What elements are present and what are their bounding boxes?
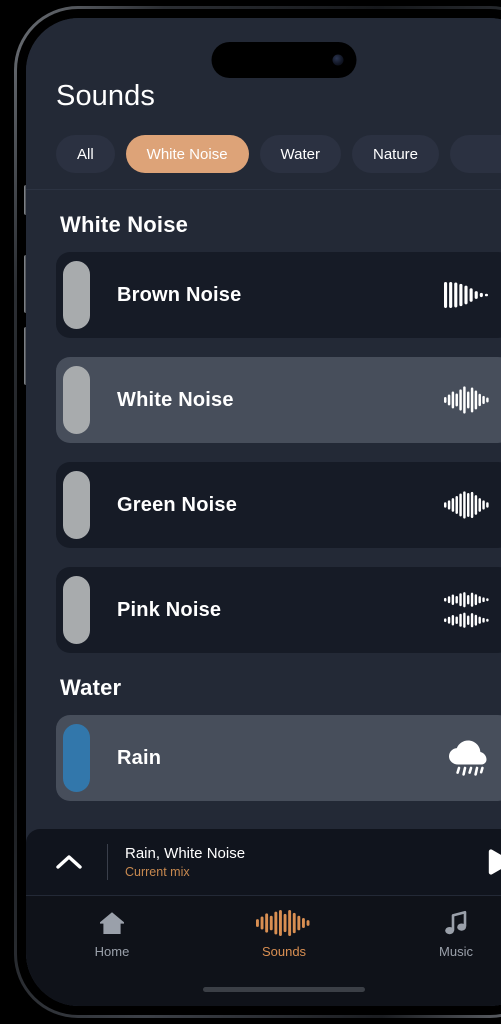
- section-title: Water: [60, 675, 122, 700]
- chevron-up-icon[interactable]: [52, 845, 86, 879]
- sound-card[interactable]: Pink Noise: [56, 567, 501, 653]
- filter-chip-all[interactable]: All: [56, 135, 115, 173]
- sound-name: Green Noise: [117, 493, 238, 516]
- dynamic-island: [211, 42, 357, 78]
- tab-label: Sounds: [261, 944, 307, 959]
- waveform-icon: [256, 909, 311, 937]
- rain-cloud-icon: [444, 738, 490, 778]
- filter-chip-nature[interactable]: Nature: [351, 135, 440, 173]
- waveform-mirrored-icon: [444, 590, 490, 630]
- sound-card[interactable]: White Noise: [56, 357, 501, 443]
- sound-card[interactable]: Rain: [56, 715, 501, 801]
- phone-screen: Sounds All White Noise Water Nature White N…: [26, 18, 501, 1006]
- front-camera-icon: [332, 54, 344, 66]
- player-divider: [107, 844, 108, 880]
- filter-chip-row[interactable]: All White Noise Water Nature: [26, 135, 501, 173]
- play-button[interactable]: [478, 842, 501, 882]
- waveform-wave-icon: [444, 485, 490, 525]
- sound-name: Brown Noise: [117, 283, 242, 306]
- tab-label: Home: [94, 944, 130, 959]
- filter-chip-white-noise[interactable]: White Noise: [125, 135, 249, 173]
- player-text: Rain, White Noise Current mix: [125, 845, 478, 879]
- phone-frame: Sounds All White Noise Water Nature White N…: [14, 6, 501, 1018]
- waveform-descending-icon: [444, 275, 490, 315]
- sound-card[interactable]: Green Noise: [56, 462, 501, 548]
- sound-accent-bar: [63, 724, 90, 792]
- player-track-title: Rain, White Noise: [125, 845, 246, 862]
- sound-name: Pink Noise: [117, 598, 222, 621]
- page-title: Sounds: [56, 80, 155, 112]
- sound-name: Rain: [117, 746, 162, 769]
- filter-chip-water[interactable]: Water: [259, 135, 341, 173]
- music-note-icon: [444, 909, 468, 937]
- sound-accent-bar: [63, 576, 90, 644]
- sound-name: White Noise: [117, 388, 234, 411]
- waveform-center-peak-icon: [444, 380, 490, 420]
- sound-accent-bar: [63, 366, 90, 434]
- mini-player[interactable]: Rain, White Noise Current mix: [26, 829, 501, 895]
- sounds-app: Sounds All White Noise Water Nature White N…: [26, 18, 501, 1006]
- tab-label: Music: [439, 944, 473, 959]
- tab-home[interactable]: Home: [26, 909, 198, 1006]
- sound-accent-bar: [63, 471, 90, 539]
- section-title: White Noise: [60, 212, 189, 237]
- player-subtitle: Current mix: [125, 865, 190, 879]
- home-icon: [98, 909, 126, 937]
- sound-card[interactable]: Brown Noise: [56, 252, 501, 338]
- home-indicator[interactable]: [203, 987, 365, 992]
- phone-bezel: Sounds All White Noise Water Nature White N…: [17, 9, 501, 1015]
- filter-chip-overflow[interactable]: [450, 135, 501, 173]
- tab-music[interactable]: Music: [370, 909, 501, 1006]
- sound-accent-bar: [63, 261, 90, 329]
